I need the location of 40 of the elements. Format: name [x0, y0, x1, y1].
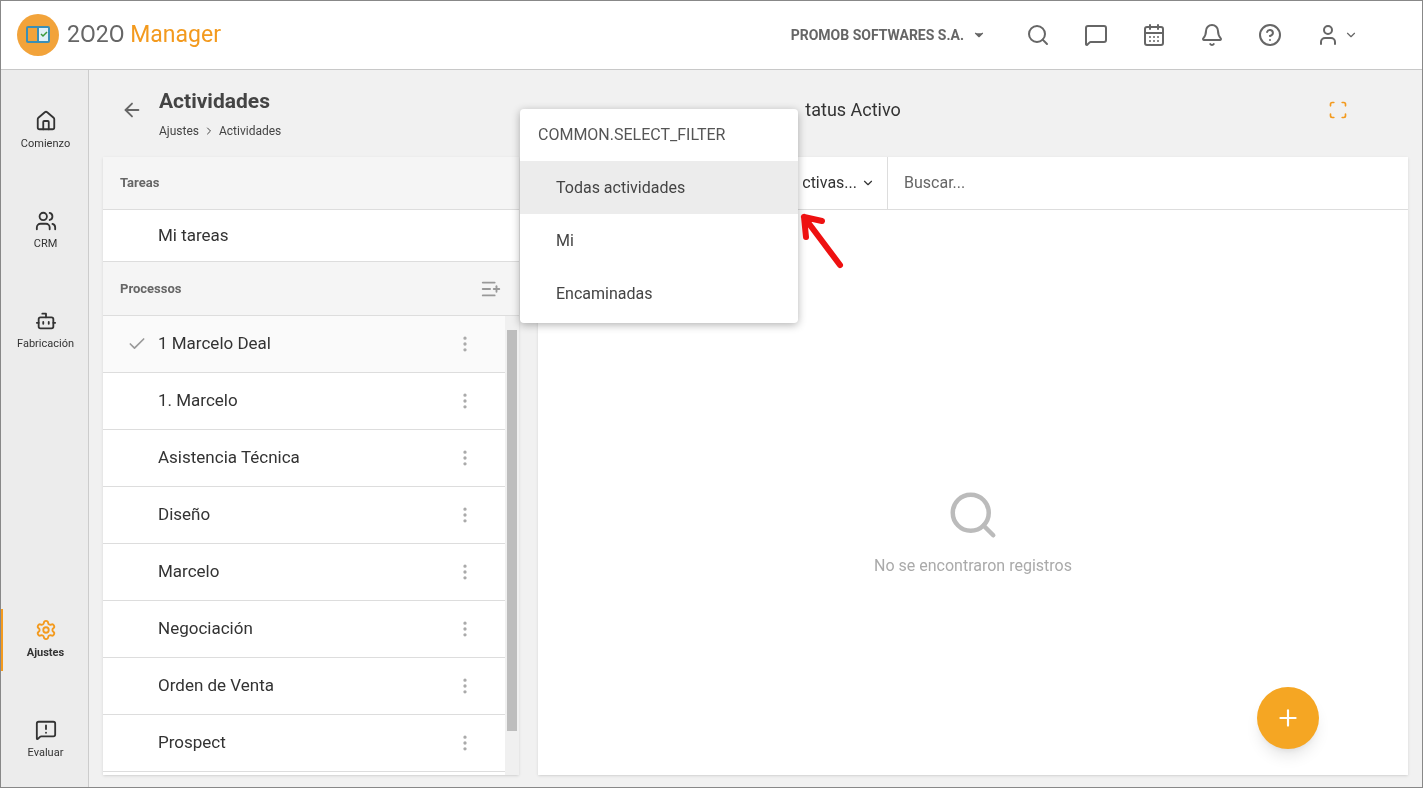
calendar-icon[interactable] [1142, 23, 1166, 47]
section-header: Tareas [103, 157, 519, 210]
panel-title: tatus Activo [805, 98, 901, 122]
menu-item[interactable]: Mi [520, 214, 798, 267]
scrollbar[interactable] [505, 316, 519, 775]
feedback-icon [34, 718, 57, 741]
nav-item[interactable]: CRM [1, 200, 88, 262]
company-dropdown[interactable]: PROMOB SOFTWARES S.A. [790, 24, 986, 46]
search-field[interactable]: Buscar... [888, 157, 1408, 209]
logo-text: 2O2O Manager [67, 19, 221, 50]
settings-icon [34, 618, 57, 641]
process-label: 1. Marcelo [158, 389, 238, 413]
process-label: Asistencia Técnica [158, 446, 300, 470]
process-label: Prospect [158, 731, 226, 755]
nav-item[interactable]: Comienzo [1, 100, 88, 162]
process-label: Diseño [158, 503, 211, 527]
empty-message: No se encontraron registros [874, 554, 1072, 577]
add-button[interactable] [1257, 687, 1319, 749]
notification-icon[interactable] [1200, 23, 1224, 47]
section-heading: Processos [120, 279, 182, 298]
logo-icon [17, 14, 59, 56]
breadcrumb-link[interactable]: Ajustes [159, 121, 199, 140]
process-label: 1 Marcelo Deal [158, 332, 271, 356]
search-icon[interactable] [1026, 23, 1050, 47]
menu-title: COMMON.SELECT_FILTER [537, 124, 727, 146]
page-title: Actividades [159, 88, 271, 115]
home-icon [34, 109, 57, 132]
chat-icon[interactable] [1084, 23, 1108, 47]
nav-item[interactable]: Fabricación [1, 300, 88, 362]
fullscreen-icon[interactable] [1328, 100, 1348, 120]
nav-item[interactable]: Evaluar [1, 709, 88, 771]
process-label: Marcelo [158, 560, 220, 584]
menu-item[interactable]: Todas actividades [520, 161, 798, 214]
menu-item[interactable]: Encaminadas [520, 267, 798, 320]
people-icon [34, 209, 57, 232]
process-label: Orden de Venta [158, 674, 274, 698]
breadcrumb-link[interactable]: Actividades [219, 121, 282, 140]
process-label: Negociación [158, 617, 253, 641]
help-icon[interactable] [1258, 23, 1282, 47]
process-item[interactable]: 1 Marcelo Deal [103, 316, 505, 373]
